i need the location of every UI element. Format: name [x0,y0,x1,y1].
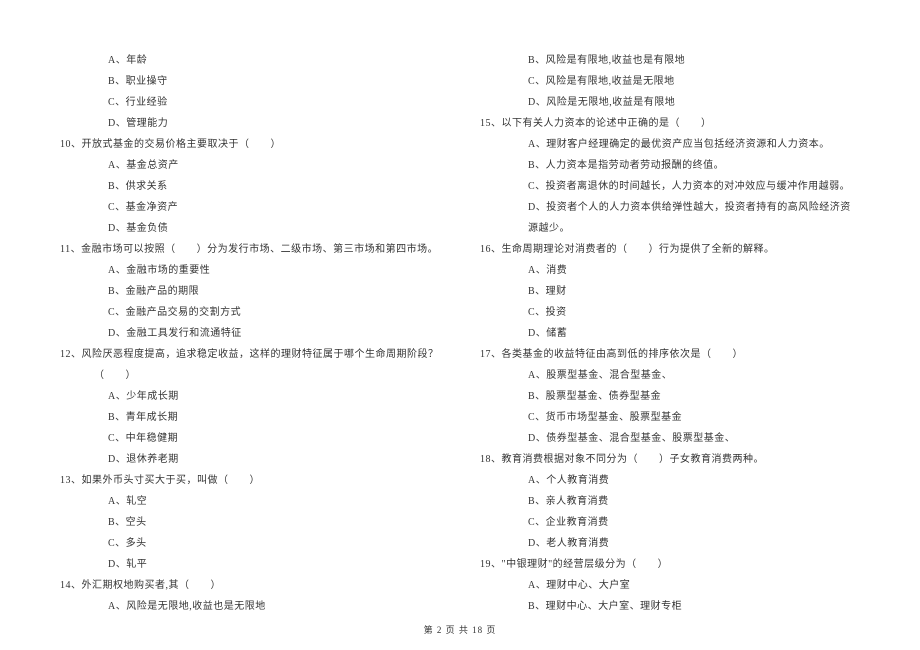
option-text: C、中年稳健期 [60,428,440,449]
page-footer: 第 2 页 共 18 页 [0,623,920,636]
option-text: A、基金总资产 [60,155,440,176]
option-text: D、基金负债 [60,218,440,239]
option-text: A、消费 [480,260,860,281]
option-text: C、企业教育消费 [480,512,860,533]
option-text: D、金融工具发行和流通特征 [60,323,440,344]
option-text: A、轧空 [60,491,440,512]
question-text: 11、金融市场可以按照（ ）分为发行市场、二级市场、第三市场和第四市场。 [60,239,440,260]
option-text: B、理财 [480,281,860,302]
option-text: B、亲人教育消费 [480,491,860,512]
question-text: 15、以下有关人力资本的论述中正确的是（ ） [480,113,860,134]
option-text: B、职业操守 [60,71,440,92]
question-text: 13、如果外币头寸买大于买，叫做（ ） [60,470,440,491]
question-text: 14、外汇期权地购买者,其（ ） [60,575,440,596]
option-text: B、青年成长期 [60,407,440,428]
option-text: A、理财客户经理确定的最优资产应当包括经济资源和人力资本。 [480,134,860,155]
option-text: D、老人教育消费 [480,533,860,554]
option-text: A、金融市场的重要性 [60,260,440,281]
question-text: 19、"中银理财"的经营层级分为（ ） [480,554,860,575]
question-text: 10、开放式基金的交易价格主要取决于（ ） [60,134,440,155]
option-text: D、风险是无限地,收益是有限地 [480,92,860,113]
option-text: B、空头 [60,512,440,533]
option-text: A、个人教育消费 [480,470,860,491]
option-text: C、货币市场型基金、股票型基金 [480,407,860,428]
question-text: 18、教育消费根据对象不同分为（ ）子女教育消费两种。 [480,449,860,470]
left-column: A、年龄 B、职业操守 C、行业经验 D、管理能力 10、开放式基金的交易价格主… [60,50,440,617]
option-text: C、金融产品交易的交割方式 [60,302,440,323]
option-text: B、理财中心、大户室、理财专柜 [480,596,860,617]
question-text: 12、风险厌恶程度提高，追求稳定收益，这样的理财特征属于哪个生命周期阶段？（ ） [60,344,440,386]
option-text: D、退休养老期 [60,449,440,470]
option-text: C、多头 [60,533,440,554]
option-text: D、轧平 [60,554,440,575]
option-text: D、债券型基金、混合型基金、股票型基金、 [480,428,860,449]
page-container: A、年龄 B、职业操守 C、行业经验 D、管理能力 10、开放式基金的交易价格主… [60,50,860,617]
option-text: C、投资者离退休的时间越长，人力资本的对冲效应与缓冲作用越弱。 [480,176,860,197]
option-text: D、储蓄 [480,323,860,344]
option-text: B、供求关系 [60,176,440,197]
option-text: A、少年成长期 [60,386,440,407]
option-text: A、风险是无限地,收益也是无限地 [60,596,440,617]
option-text: A、股票型基金、混合型基金、 [480,365,860,386]
option-text: B、人力资本是指劳动者劳动报酬的终值。 [480,155,860,176]
right-column: B、风险是有限地,收益也是有限地 C、风险是有限地,收益是无限地 D、风险是无限… [480,50,860,617]
question-text: 17、各类基金的收益特征由高到低的排序依次是（ ） [480,344,860,365]
option-text: B、股票型基金、债券型基金 [480,386,860,407]
option-text: C、基金净资产 [60,197,440,218]
option-text: A、年龄 [60,50,440,71]
option-text: D、管理能力 [60,113,440,134]
option-text: B、金融产品的期限 [60,281,440,302]
option-text: C、投资 [480,302,860,323]
option-text: C、行业经验 [60,92,440,113]
option-text: C、风险是有限地,收益是无限地 [480,71,860,92]
question-text: 16、生命周期理论对消费者的（ ）行为提供了全新的解释。 [480,239,860,260]
option-text: A、理财中心、大户室 [480,575,860,596]
option-text: D、投资者个人的人力资本供给弹性越大，投资者持有的高风险经济资源越少。 [480,197,860,239]
option-text: B、风险是有限地,收益也是有限地 [480,50,860,71]
